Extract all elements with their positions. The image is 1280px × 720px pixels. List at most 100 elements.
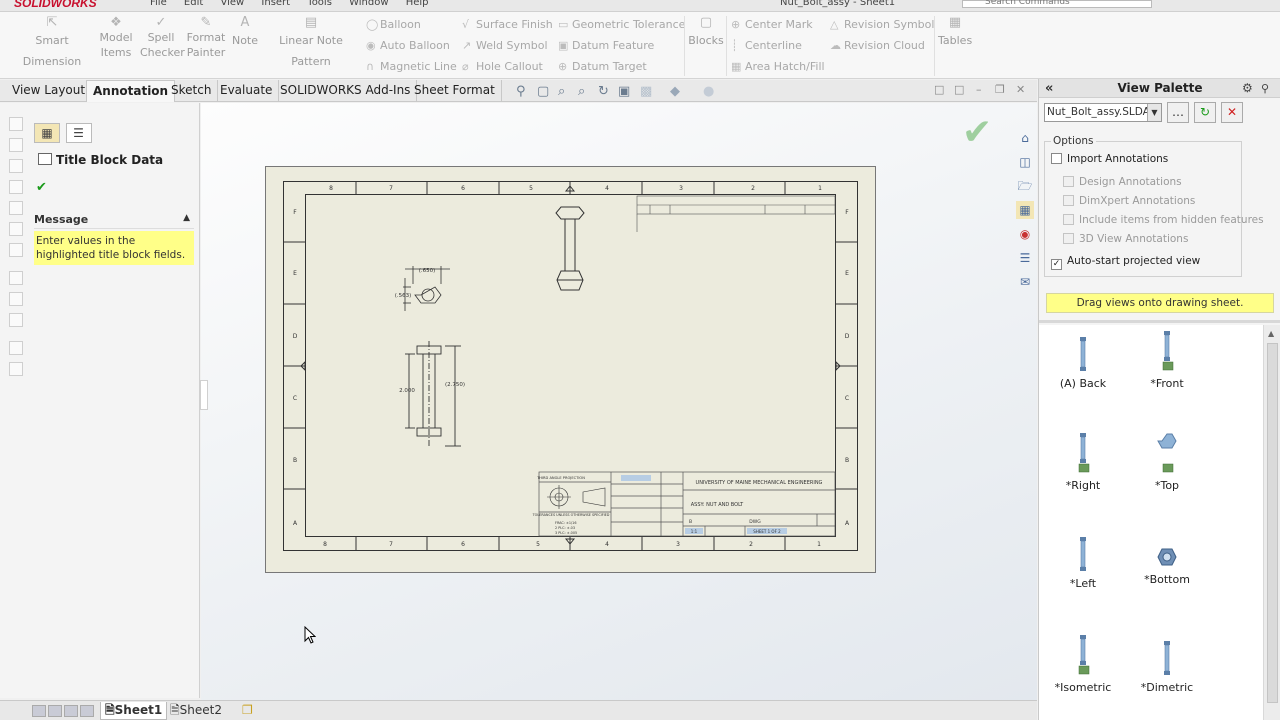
view-palette-icon[interactable]: ▦: [1016, 201, 1034, 219]
checkbox-box[interactable]: [1063, 233, 1074, 244]
menu-edit[interactable]: Edit: [184, 0, 203, 8]
minimize-doc-icon[interactable]: –: [976, 83, 982, 96]
checkmark-icon[interactable]: ✓: [1051, 259, 1062, 270]
view-dimetric[interactable]: *Dimetric: [1127, 641, 1207, 694]
sheet-tab-2[interactable]: 🗎Sheet2: [166, 702, 226, 720]
balloon-button[interactable]: ◯ Balloon: [366, 18, 421, 31]
tree-item-icon[interactable]: [9, 271, 23, 285]
tree-item-icon[interactable]: [9, 201, 23, 215]
tree-item-icon[interactable]: [9, 313, 23, 327]
design-annotations-checkbox[interactable]: Design Annotations: [1063, 176, 1182, 188]
menu-insert[interactable]: Insert: [261, 0, 290, 8]
appearances-icon[interactable]: ◉: [1016, 225, 1034, 243]
dim-bolt-length[interactable]: 2.000: [399, 388, 415, 394]
tree-item-icon[interactable]: [9, 222, 23, 236]
tree-item-icon[interactable]: [9, 159, 23, 173]
tb-scale[interactable]: 1:1: [691, 529, 698, 534]
checkbox-box[interactable]: [1063, 176, 1074, 187]
datum-target-button[interactable]: ⊕ Datum Target: [558, 60, 647, 73]
format-painter-button[interactable]: ✎ Format Painter: [186, 16, 226, 60]
tree-item-icon[interactable]: [9, 180, 23, 194]
tile-window-icon[interactable]: □: [934, 83, 944, 96]
checkbox-box[interactable]: [1063, 195, 1074, 206]
centerline-button[interactable]: ┊ Centerline: [731, 39, 802, 52]
tables-button[interactable]: ▦ Tables: [938, 16, 972, 51]
weld-symbol-button[interactable]: ↗ Weld Symbol: [462, 39, 548, 52]
sheet-tab-1[interactable]: 🗎Sheet1: [100, 702, 168, 720]
dim-bolt-total[interactable]: (2.750): [445, 382, 465, 388]
feature-tree-tab-icon[interactable]: ☰: [65, 123, 92, 143]
tb-size[interactable]: B: [689, 519, 692, 525]
spell-checker-button[interactable]: ✓ Spell Checker: [140, 16, 185, 60]
tree-item-icon[interactable]: [9, 117, 23, 131]
import-annotations-checkbox[interactable]: Import Annotations: [1051, 153, 1168, 165]
include-hidden-checkbox[interactable]: Include items from hidden features: [1063, 214, 1264, 226]
checkbox-box[interactable]: [1051, 153, 1062, 164]
tree-item-icon[interactable]: [9, 243, 23, 257]
dim-nut-height[interactable]: (.563): [395, 293, 412, 299]
blocks-button[interactable]: ▢ Blocks: [688, 16, 724, 51]
display-style-icon[interactable]: ▩: [640, 84, 652, 99]
dim-nut-width[interactable]: (.650): [419, 268, 436, 274]
center-mark-button[interactable]: ⊕ Center Mark: [731, 18, 813, 31]
view-top[interactable]: *Top: [1127, 433, 1207, 492]
refresh-icon[interactable]: ↻: [1194, 102, 1216, 123]
tree-item-icon[interactable]: [9, 341, 23, 355]
view-front[interactable]: *Front: [1127, 331, 1207, 390]
menu-tools[interactable]: Tools: [307, 0, 332, 8]
view-right[interactable]: *Right: [1043, 433, 1123, 492]
pin-icon[interactable]: ⚲: [1261, 79, 1269, 98]
menu-view[interactable]: View: [220, 0, 244, 8]
note-button[interactable]: A Note: [230, 16, 260, 51]
hide-show-icon[interactable]: ◆: [670, 84, 680, 99]
model-file-select[interactable]: Nut_Bolt_assy.SLDASM ▼: [1044, 103, 1162, 122]
collapse-caret-icon[interactable]: ▲: [183, 213, 190, 223]
home-icon[interactable]: ⌂: [1016, 129, 1034, 147]
zoom-to-fit-icon[interactable]: ⚲: [516, 84, 526, 99]
tb-sheet[interactable]: SHEET 1 OF 2: [753, 529, 781, 534]
tree-item-icon[interactable]: [9, 362, 23, 376]
solidworks-logo[interactable]: SOLIDWORKS: [14, 0, 97, 10]
tab-sheet-format[interactable]: Sheet Format: [408, 80, 502, 102]
checkbox-box[interactable]: [1063, 214, 1074, 225]
view-camera-icon[interactable]: ▣: [618, 84, 630, 99]
view-bottom[interactable]: *Bottom: [1127, 547, 1207, 586]
menu-window[interactable]: Window: [349, 0, 388, 8]
restore-doc-icon[interactable]: ❐: [995, 83, 1005, 96]
revision-symbol-button[interactable]: △ Revision Symbol: [830, 18, 934, 31]
auto-balloon-button[interactable]: ◉ Auto Balloon: [366, 39, 450, 52]
geometric-tolerance-button[interactable]: ▭ Geometric Tolerance: [558, 18, 685, 31]
file-explorer-icon[interactable]: 🗁: [1016, 177, 1034, 195]
datum-feature-button[interactable]: ▣ Datum Feature: [558, 39, 654, 52]
pane-divider[interactable]: [1039, 320, 1280, 323]
last-sheet-icon[interactable]: [80, 705, 94, 717]
property-manager-tab-icon[interactable]: ▦: [34, 123, 60, 143]
tree-item-icon[interactable]: [9, 292, 23, 306]
tb-title[interactable]: ASSY: NUT AND BOLT: [691, 502, 744, 508]
collapse-pane-icon[interactable]: «: [1045, 79, 1053, 98]
tb-dwg-no[interactable]: DWG: [749, 519, 761, 525]
panel-splitter[interactable]: [200, 380, 208, 410]
linear-note-pattern-button[interactable]: ▤ Linear Note Pattern: [263, 16, 359, 72]
view-back[interactable]: (A) Back: [1043, 337, 1123, 390]
zoom-selection-icon[interactable]: ⌕: [578, 84, 585, 99]
gear-icon[interactable]: ⚙: [1242, 79, 1253, 98]
clear-all-icon[interactable]: ✕: [1221, 102, 1243, 123]
tab-annotation[interactable]: Annotation: [86, 80, 176, 102]
tb-company[interactable]: UNIVERSITY OF MAINE MECHANICAL ENGINEERI…: [696, 480, 823, 486]
browse-button[interactable]: …: [1167, 102, 1189, 123]
custom-properties-icon[interactable]: ☰: [1016, 249, 1034, 267]
cascade-window-icon[interactable]: □: [954, 83, 964, 96]
forum-icon[interactable]: ✉: [1016, 273, 1034, 291]
message-header[interactable]: Message ▲: [34, 213, 194, 229]
area-hatch-button[interactable]: ▦ Area Hatch/Fill: [731, 60, 825, 73]
scroll-up-icon[interactable]: ▲: [1268, 329, 1274, 338]
dimxpert-annotations-checkbox[interactable]: DimXpert Annotations: [1063, 195, 1195, 207]
search-commands-input[interactable]: Search Commands: [962, 0, 1152, 8]
ok-check-icon[interactable]: ✔: [36, 180, 47, 195]
scroll-thumb[interactable]: [1267, 343, 1278, 703]
menu-help[interactable]: Help: [406, 0, 429, 8]
drawing-sheet[interactable]: 87654321 87654321 FEDCBA FEDCBA (.650) (…: [265, 166, 876, 573]
model-items-button[interactable]: ❖ Model Items: [99, 16, 133, 60]
views-scrollbar[interactable]: ▲: [1263, 325, 1280, 720]
